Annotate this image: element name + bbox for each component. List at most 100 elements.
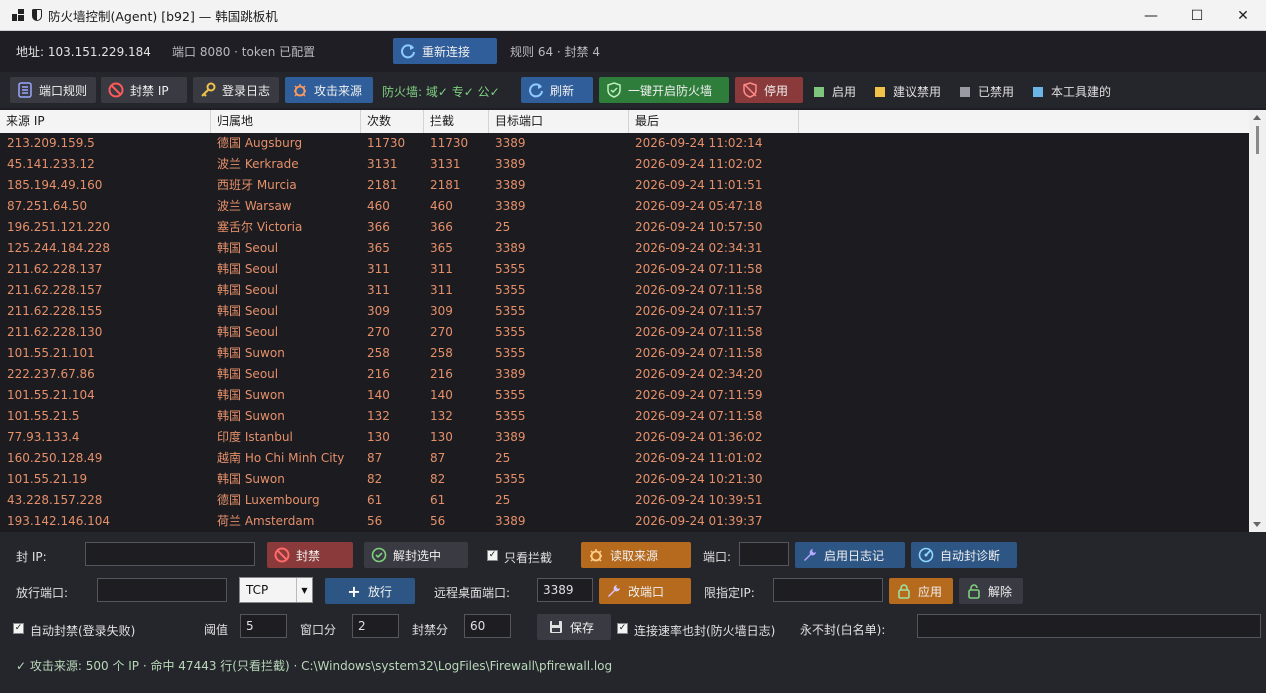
table-row[interactable]: 211.62.228.130 韩国 Seoul 270 270 5355 2026-09-…: [0, 322, 1249, 343]
column-header-blocked[interactable]: 拦截: [424, 110, 489, 133]
reconnect-label: 重新连接: [422, 44, 471, 59]
auto-ban-checkbox[interactable]: ✓: [13, 623, 24, 634]
table-cell: 270: [367, 325, 390, 339]
table-cell: 309: [367, 304, 390, 318]
table-cell: 311: [430, 262, 453, 276]
table-cell: 3389: [495, 136, 526, 150]
protocol-select[interactable]: TCP ▼: [239, 577, 313, 603]
table-scrollbar[interactable]: [1249, 110, 1266, 532]
allow-button[interactable]: + 放行: [325, 578, 415, 604]
enable-firewall-button[interactable]: 一键开启防火墙: [599, 77, 729, 103]
ban-ip-button[interactable]: 封禁 IP: [101, 77, 187, 103]
table-cell: 25: [495, 451, 511, 465]
table-cell: 3389: [495, 430, 526, 444]
auto-ban-diagnose-button[interactable]: 自动封诊断: [911, 542, 1017, 568]
column-header-count[interactable]: 次数: [361, 110, 424, 133]
refresh-button[interactable]: 刷新: [521, 77, 593, 103]
column-header-source-ip[interactable]: 来源 IP: [0, 110, 211, 133]
table-row[interactable]: 101.55.21.104 韩国 Suwon 140 140 5355 2026-09-2…: [0, 385, 1249, 406]
read-sources-button[interactable]: 读取来源: [581, 542, 691, 568]
only-blocked-checkbox[interactable]: ✓: [487, 550, 498, 561]
table-cell: 160.250.128.49: [7, 451, 103, 465]
table-row[interactable]: 222.237.67.86 韩国 Seoul 216 216 3389 2026-09-2…: [0, 364, 1249, 385]
table-cell: 2026-09-24 11:01:51: [635, 178, 763, 192]
minimize-button[interactable]: —: [1128, 0, 1174, 31]
legend-label: 已禁用: [978, 85, 1015, 99]
port-rules-label: 端口规则: [39, 83, 88, 98]
table-cell: 2026-09-24 02:34:31: [635, 241, 763, 255]
close-button[interactable]: ✕: [1220, 0, 1266, 31]
table-cell: 3389: [495, 514, 526, 528]
table-cell: 77.93.133.4: [7, 430, 80, 444]
maximize-button[interactable]: ☐: [1174, 0, 1220, 31]
table-row[interactable]: 213.209.159.5 德国 Augsburg 11730 11730 3389 20…: [0, 133, 1249, 154]
table-cell: 130: [367, 430, 390, 444]
table-cell: 印度 Istanbul: [217, 430, 293, 444]
table-cell: 87: [430, 451, 446, 465]
table-row[interactable]: 87.251.64.50 波兰 Warsaw 460 460 3389 2026-09-2…: [0, 196, 1249, 217]
table-cell: 365: [430, 241, 453, 255]
threshold-input[interactable]: [240, 614, 287, 638]
table-row[interactable]: 185.194.49.160 西班牙 Murcia 2181 2181 3389 2026…: [0, 175, 1249, 196]
table-row[interactable]: 101.55.21.101 韩国 Suwon 258 258 5355 2026-09-2…: [0, 343, 1249, 364]
attack-sources-button[interactable]: 攻击来源: [285, 77, 373, 103]
restrict-ip-field-label: 限指定IP:: [704, 586, 755, 600]
table-cell: 311: [367, 262, 390, 276]
port-token-info: 端口 8080 · token 已配置: [172, 45, 316, 59]
apply-button[interactable]: 应用: [889, 578, 953, 604]
table-row[interactable]: 43.228.157.228 德国 Luxembourg 61 61 25 2026-09…: [0, 490, 1249, 511]
table-cell: 311: [367, 283, 390, 297]
table-cell: 25: [495, 493, 511, 507]
ban-button[interactable]: 封禁: [267, 542, 353, 568]
table-cell: 140: [367, 388, 390, 402]
change-port-button[interactable]: 改端口: [599, 578, 691, 604]
table-row[interactable]: 101.55.21.5 韩国 Suwon 132 132 5355 2026-09-24 …: [0, 406, 1249, 427]
window-minutes-input[interactable]: [352, 614, 399, 638]
port-rules-button[interactable]: 端口规则: [10, 77, 96, 103]
table-row[interactable]: 45.141.233.12 波兰 Kerkrade 3131 3131 3389 2026…: [0, 154, 1249, 175]
restrict-ip-input[interactable]: [773, 578, 883, 602]
table-row[interactable]: 211.62.228.155 韩国 Seoul 309 309 5355 2026-09-…: [0, 301, 1249, 322]
column-header-location[interactable]: 归属地: [211, 110, 361, 133]
table-row[interactable]: 77.93.133.4 印度 Istanbul 130 130 3389 2026-09-…: [0, 427, 1249, 448]
wrench-icon: [801, 546, 819, 564]
disable-firewall-button[interactable]: 停用: [735, 77, 803, 103]
allow-port-input[interactable]: [97, 578, 227, 602]
login-log-button[interactable]: 登录日志: [193, 77, 279, 103]
scroll-down-icon[interactable]: [1253, 522, 1261, 527]
save-button[interactable]: 保存: [537, 614, 611, 640]
table-cell: 2026-09-24 05:47:18: [635, 199, 763, 213]
unban-selected-button[interactable]: 解封选中: [364, 542, 468, 568]
table-row[interactable]: 193.142.146.104 荷兰 Amsterdam 56 56 3389 2026-…: [0, 511, 1249, 532]
enable-logging-button[interactable]: 启用日志记: [795, 542, 905, 568]
table-cell: 2026-09-24 07:11:57: [635, 304, 763, 318]
table-cell: 5355: [495, 262, 526, 276]
port-field-label: 端口:: [703, 550, 732, 564]
whitelist-input[interactable]: [917, 614, 1261, 638]
table-row[interactable]: 160.250.128.49 越南 Ho Chi Minh City 87 87 25 2…: [0, 448, 1249, 469]
table-row[interactable]: 196.251.121.220 塞舌尔 Victoria 366 366 25 2026-…: [0, 217, 1249, 238]
table-cell: 2026-09-24 07:11:58: [635, 409, 763, 423]
table-cell: 196.251.121.220: [7, 220, 111, 234]
table-row[interactable]: 101.55.21.19 韩国 Suwon 82 82 5355 2026-09-24 1…: [0, 469, 1249, 490]
table-row[interactable]: 125.244.184.228 韩国 Seoul 365 365 3389 2026-09…: [0, 238, 1249, 259]
table-row[interactable]: 211.62.228.157 韩国 Seoul 311 311 5355 2026-09-…: [0, 280, 1249, 301]
port-input[interactable]: [739, 542, 789, 566]
column-header-last[interactable]: 最后: [629, 110, 799, 133]
column-header-target-port[interactable]: 目标端口: [489, 110, 629, 133]
scrollbar-thumb[interactable]: [1256, 126, 1259, 154]
rate-ban-checkbox[interactable]: ✓: [617, 623, 628, 634]
ban-minutes-input[interactable]: [464, 614, 511, 638]
table-row[interactable]: 211.62.228.137 韩国 Seoul 311 311 5355 2026-09-…: [0, 259, 1249, 280]
scroll-up-icon[interactable]: [1253, 115, 1261, 120]
table-cell: 82: [367, 472, 383, 486]
release-button[interactable]: 解除: [959, 578, 1023, 604]
table-cell: 2026-09-24 07:11:58: [635, 325, 763, 339]
rdp-port-input[interactable]: [537, 578, 593, 602]
shield-off-icon: [741, 81, 759, 99]
reconnect-button[interactable]: 重新连接: [393, 38, 497, 64]
ban-ip-input[interactable]: [85, 542, 255, 566]
table-cell: 波兰 Kerkrade: [217, 157, 299, 171]
attack-sources-table[interactable]: 来源 IP 归属地 次数 拦截 目标端口 最后 213.209.159.5 德国 …: [0, 110, 1249, 532]
table-cell: 270: [430, 325, 453, 339]
